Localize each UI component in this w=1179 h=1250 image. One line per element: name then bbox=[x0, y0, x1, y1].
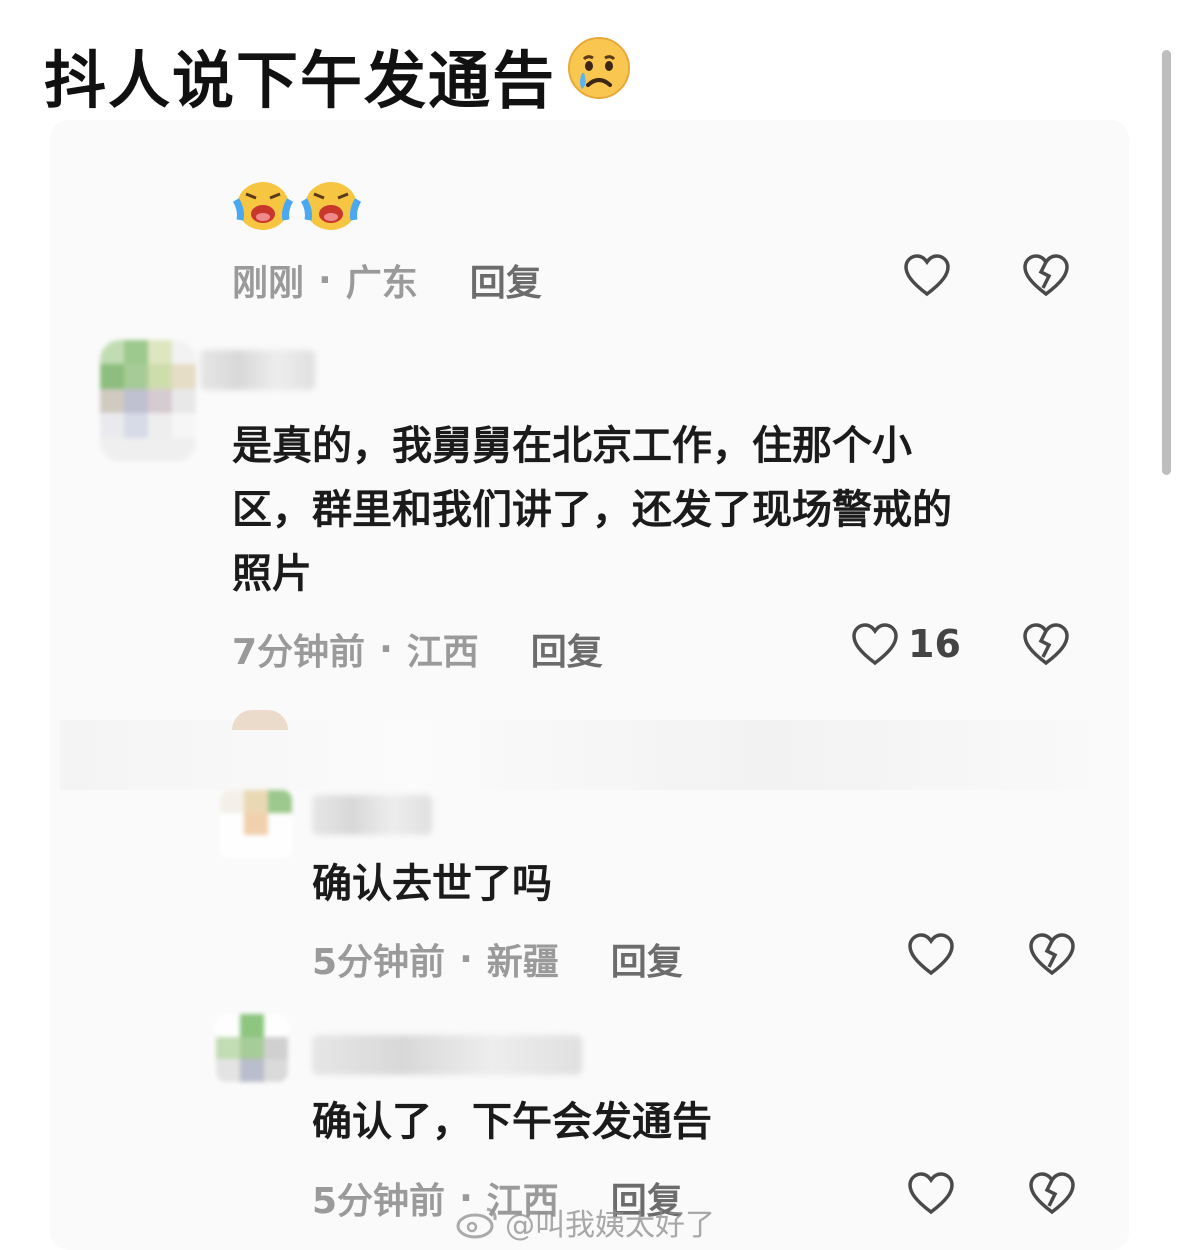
comment-location: 江西 bbox=[406, 632, 479, 673]
comment-text-line: 区，群里和我们讲了，还发了现场警戒的 bbox=[232, 487, 952, 533]
heart-icon bbox=[904, 254, 950, 297]
username-redacted[interactable] bbox=[312, 795, 432, 835]
meta-separator: · bbox=[318, 259, 332, 301]
reply-button[interactable]: 回复 bbox=[531, 623, 603, 675]
watermark: @叫我姨太好了 bbox=[455, 1200, 715, 1244]
comment-text: 确认去世了吗 bbox=[312, 861, 552, 907]
broken-heart-icon bbox=[1029, 933, 1075, 976]
like-count: 16 bbox=[908, 622, 961, 666]
comment-time: 7分钟前 bbox=[232, 632, 366, 673]
reply-button[interactable]: 回复 bbox=[611, 933, 683, 985]
comment-location: 新疆 bbox=[486, 942, 559, 983]
blurred-region bbox=[60, 720, 1119, 790]
scrollbar[interactable] bbox=[1162, 50, 1171, 475]
avatar[interactable] bbox=[216, 1014, 288, 1082]
heart-icon bbox=[908, 933, 954, 976]
comment-text: 确认了，下午会发通告 bbox=[312, 1099, 712, 1145]
avatar[interactable] bbox=[100, 340, 196, 462]
comment-text: 是真的，我舅舅在北京工作，住那个小 区，群里和我们讲了，还发了现场警戒的 照片 bbox=[232, 414, 1052, 606]
broken-heart-icon bbox=[1023, 623, 1069, 666]
username-redacted[interactable] bbox=[200, 350, 315, 390]
username-redacted[interactable] bbox=[312, 1035, 582, 1075]
comment-text-line: 照片 bbox=[232, 551, 312, 597]
avatar[interactable] bbox=[232, 710, 288, 730]
meta-separator: · bbox=[379, 628, 393, 670]
heart-icon bbox=[908, 1172, 954, 1215]
like-button[interactable] bbox=[851, 621, 899, 669]
comment-location: 广东 bbox=[345, 263, 418, 304]
avatar[interactable] bbox=[220, 790, 292, 858]
comment-meta: 刚刚 · 广东 回复 bbox=[232, 254, 542, 306]
weibo-logo-icon bbox=[456, 1207, 497, 1239]
dislike-button[interactable] bbox=[1022, 252, 1070, 300]
watermark-text: @叫我姨太好了 bbox=[505, 1208, 715, 1243]
comment-time: 刚刚 bbox=[232, 263, 305, 304]
like-button[interactable] bbox=[907, 1170, 955, 1218]
comment-emoji-row bbox=[232, 176, 362, 232]
like-button[interactable] bbox=[903, 252, 951, 300]
comment-meta: 5分钟前 · 新疆 回复 bbox=[312, 933, 683, 985]
dislike-button[interactable] bbox=[1022, 621, 1070, 669]
comment-text-line: 是真的，我舅舅在北京工作，住那个小 bbox=[232, 423, 912, 469]
page-title: 抖人说下午发通告 bbox=[44, 30, 632, 120]
broken-heart-icon bbox=[1029, 1172, 1075, 1215]
comment-meta: 7分钟前 · 江西 回复 bbox=[232, 623, 603, 675]
dislike-button[interactable] bbox=[1028, 931, 1076, 979]
loudly-crying-face-icon bbox=[300, 182, 362, 230]
comment-time: 5分钟前 bbox=[312, 942, 446, 983]
loudly-crying-face-icon bbox=[232, 182, 294, 230]
comment-time: 5分钟前 bbox=[312, 1181, 446, 1222]
dislike-button[interactable] bbox=[1028, 1170, 1076, 1218]
page-title-text: 抖人说下午发通告 bbox=[44, 44, 557, 117]
crying-face-icon bbox=[566, 35, 632, 116]
broken-heart-icon bbox=[1023, 254, 1069, 297]
heart-icon bbox=[852, 623, 898, 666]
meta-separator: · bbox=[459, 938, 473, 980]
comment-panel bbox=[50, 120, 1129, 1250]
reply-button[interactable]: 回复 bbox=[470, 254, 542, 306]
like-button[interactable] bbox=[907, 931, 955, 979]
